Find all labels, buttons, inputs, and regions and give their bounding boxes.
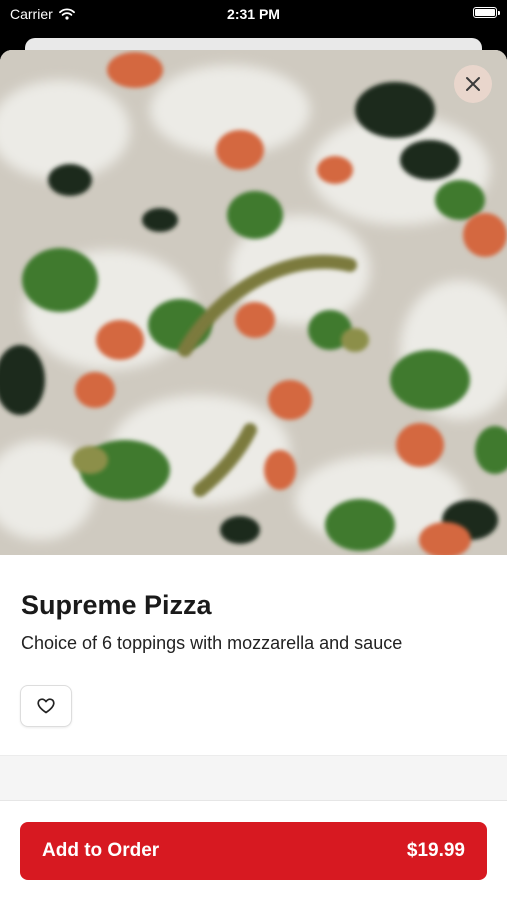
item-description: Choice of 6 toppings with mozzarella and… — [21, 633, 403, 653]
item-name: Supreme Pizza — [21, 590, 212, 620]
item-details: Supreme Pizza Choice of 6 toppings with … — [0, 555, 507, 755]
add-to-order-label: Add to Order — [42, 840, 160, 861]
add-to-order-button[interactable]: Add to Order $19.99 — [20, 822, 487, 880]
pizza-photo — [0, 50, 507, 555]
favorite-button[interactable] — [20, 685, 72, 727]
battery-icon — [473, 7, 500, 18]
options-spacer — [0, 756, 507, 800]
heart-icon — [37, 698, 55, 714]
item-detail-sheet: Supreme Pizza Choice of 6 toppings with … — [0, 50, 507, 900]
footer-divider — [0, 800, 507, 801]
status-bar: Carrier 2:31 PM — [0, 0, 507, 30]
close-icon — [466, 77, 480, 91]
close-button[interactable] — [454, 65, 492, 103]
status-time: 2:31 PM — [227, 6, 280, 22]
item-price: $19.99 — [406, 840, 465, 861]
